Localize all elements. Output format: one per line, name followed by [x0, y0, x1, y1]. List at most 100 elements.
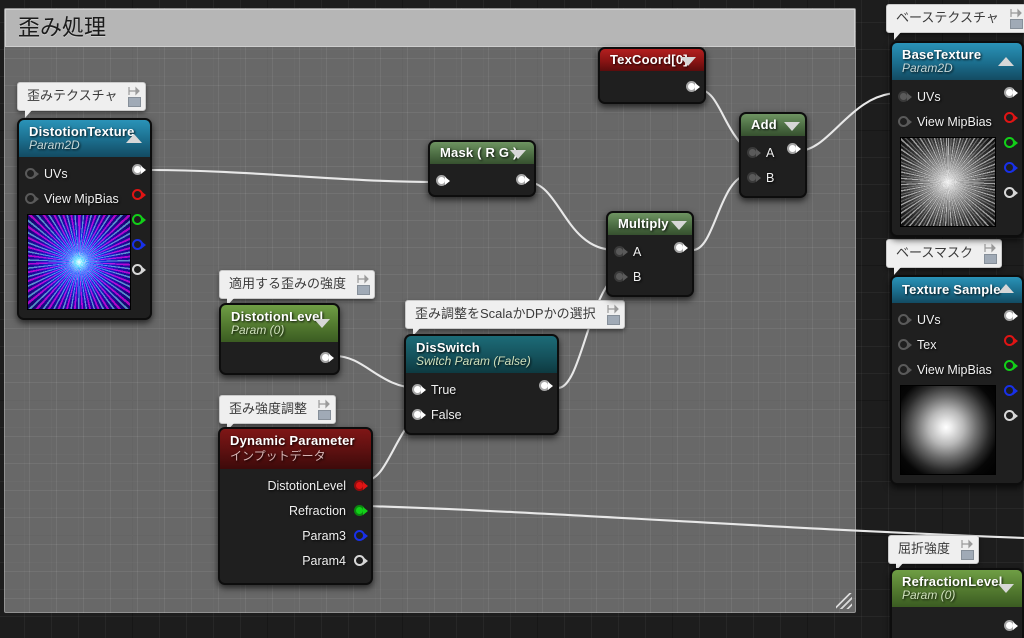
- comment-frame-title[interactable]: 歪み処理: [5, 9, 855, 47]
- pin-row-false[interactable]: False: [406, 402, 557, 427]
- output-pin-g[interactable]: [132, 214, 143, 225]
- pin-row-refraction[interactable]: Refraction: [220, 498, 371, 523]
- node-dynamic-parameter[interactable]: Dynamic Parameter インプットデータ DistotionLeve…: [218, 427, 373, 585]
- output-pin-row-g[interactable]: [124, 207, 143, 232]
- input-pin-tex[interactable]: [898, 339, 909, 350]
- node-header[interactable]: DistotionLevel Param (0): [221, 305, 338, 342]
- comment-bubble-distortion-texture[interactable]: 歪みテクスチャ: [17, 82, 147, 118]
- output-pin-param4[interactable]: [354, 555, 365, 566]
- output-pin-r[interactable]: [132, 189, 143, 200]
- output-pin-refraction[interactable]: [354, 505, 365, 516]
- node-header[interactable]: Texture Sample: [892, 277, 1022, 303]
- input-pin-a[interactable]: [614, 246, 625, 257]
- output-pin-value[interactable]: [320, 352, 331, 363]
- input-pin-uvs[interactable]: [25, 168, 36, 179]
- input-pin-uvs[interactable]: [898, 314, 909, 325]
- output-pin-a[interactable]: [1004, 187, 1015, 198]
- output-pin-row-b[interactable]: [996, 155, 1015, 180]
- collapse-arrow-icon[interactable]: [998, 57, 1014, 66]
- output-pin-a[interactable]: [1004, 410, 1015, 421]
- input-pin-a[interactable]: [747, 147, 758, 158]
- output-pin-row[interactable]: [678, 74, 697, 99]
- node-base-texture[interactable]: BaseTexture Param2D UVs View MipBias: [890, 41, 1024, 237]
- output-pin-b[interactable]: [1004, 385, 1015, 396]
- node-texture-sample[interactable]: Texture Sample UVs Tex View MipBias: [890, 275, 1024, 485]
- node-header[interactable]: RefractionLevel Param (0): [892, 570, 1022, 607]
- output-pin-rgb[interactable]: [132, 164, 143, 175]
- node-header[interactable]: BaseTexture Param2D: [892, 43, 1022, 80]
- node-multiply[interactable]: Multiply A B: [606, 211, 694, 297]
- node-texcoord[interactable]: TexCoord[0]: [598, 47, 706, 104]
- output-pin-row[interactable]: [666, 235, 685, 260]
- output-pin-row-a[interactable]: [996, 403, 1015, 428]
- output-pin-row-r[interactable]: [996, 105, 1015, 130]
- output-pin-row-b[interactable]: [124, 232, 143, 257]
- node-header[interactable]: Mask ( R G ): [430, 142, 534, 164]
- expand-arrow-icon[interactable]: [671, 221, 687, 230]
- input-pin-mask[interactable]: [436, 175, 447, 186]
- comment-bubble-dynamic-parameter[interactable]: 歪み強度調整: [219, 395, 337, 431]
- output-pin-row[interactable]: [508, 167, 527, 192]
- comment-bubble-base-mask[interactable]: ベースマスク: [886, 239, 1002, 275]
- output-pin-row[interactable]: [531, 373, 550, 398]
- node-header[interactable]: Multiply: [608, 213, 692, 235]
- expand-arrow-icon[interactable]: [784, 122, 800, 131]
- output-pin-r[interactable]: [1004, 335, 1015, 346]
- output-pin-g[interactable]: [1004, 137, 1015, 148]
- comment-bubble-base-texture[interactable]: ベーステクスチャ: [886, 4, 1024, 40]
- output-pin-value[interactable]: [1004, 620, 1015, 631]
- node-header[interactable]: DisSwitch Switch Param (False): [406, 336, 557, 373]
- output-pin-row[interactable]: [312, 345, 331, 370]
- input-pin-false[interactable]: [412, 409, 423, 420]
- output-pin-row-a[interactable]: [124, 257, 143, 282]
- node-disswitch[interactable]: DisSwitch Switch Param (False) True Fals…: [404, 334, 559, 435]
- output-pin-row-rgb[interactable]: [124, 157, 143, 182]
- input-pin-uvs[interactable]: [898, 91, 909, 102]
- node-mask-rg[interactable]: Mask ( R G ): [428, 140, 536, 197]
- output-pin-row-r[interactable]: [996, 328, 1015, 353]
- pin-row-distotion-level[interactable]: DistotionLevel: [220, 473, 371, 498]
- output-pin-b[interactable]: [132, 239, 143, 250]
- output-pin-rgb[interactable]: [1004, 87, 1015, 98]
- expand-arrow-icon[interactable]: [998, 584, 1014, 593]
- output-pin-row-rgb[interactable]: [996, 303, 1015, 328]
- pin-row-param3[interactable]: Param3: [220, 523, 371, 548]
- output-pin-result[interactable]: [674, 242, 685, 253]
- node-distotion-texture[interactable]: DistotionTexture Param2D UVs View MipBia…: [17, 118, 152, 320]
- output-pin-row-g[interactable]: [996, 353, 1015, 378]
- output-pin-row-rgb[interactable]: [996, 80, 1015, 105]
- expand-arrow-icon[interactable]: [510, 150, 526, 159]
- output-pin-row-r[interactable]: [124, 182, 143, 207]
- node-add[interactable]: Add A B: [739, 112, 807, 198]
- material-graph-canvas[interactable]: 歪み処理 歪みテクスチャ ベーステクスチャ ベースマスク 適用する歪みの強度 歪…: [0, 0, 1024, 638]
- pin-row-param4[interactable]: Param4: [220, 548, 371, 573]
- comment-bubble-disswitch[interactable]: 歪み調整をScalaかDPかの選択: [405, 300, 625, 336]
- node-header[interactable]: Add: [741, 114, 805, 136]
- pin-row-b[interactable]: B: [608, 264, 692, 289]
- output-pin-result[interactable]: [539, 380, 550, 391]
- output-pin-rgb[interactable]: [1004, 310, 1015, 321]
- output-pin-row[interactable]: [996, 613, 1015, 638]
- node-header[interactable]: Dynamic Parameter インプットデータ: [220, 429, 371, 469]
- output-pin-row-a[interactable]: [996, 180, 1015, 205]
- input-pin-b[interactable]: [747, 172, 758, 183]
- node-header[interactable]: DistotionTexture Param2D: [19, 120, 150, 157]
- output-pin-b[interactable]: [1004, 162, 1015, 173]
- output-pin-a[interactable]: [132, 264, 143, 275]
- expand-arrow-icon[interactable]: [314, 319, 330, 328]
- collapse-arrow-icon[interactable]: [126, 134, 142, 143]
- input-pin-b[interactable]: [614, 271, 625, 282]
- expand-arrow-icon[interactable]: [680, 57, 696, 66]
- node-header[interactable]: TexCoord[0]: [600, 49, 704, 71]
- input-pin-view-mipbias[interactable]: [25, 193, 36, 204]
- output-pin-mask[interactable]: [516, 174, 527, 185]
- pin-row-b[interactable]: B: [741, 165, 805, 190]
- output-pin-g[interactable]: [1004, 360, 1015, 371]
- comment-bubble-distortion-level[interactable]: 適用する歪みの強度: [219, 270, 376, 306]
- output-pin-r[interactable]: [1004, 112, 1015, 123]
- collapse-arrow-icon[interactable]: [998, 284, 1014, 293]
- output-pin-distotion-level[interactable]: [354, 480, 365, 491]
- output-pin-row-b[interactable]: [996, 378, 1015, 403]
- node-distotion-level[interactable]: DistotionLevel Param (0): [219, 303, 340, 375]
- output-pin-row[interactable]: [779, 136, 798, 161]
